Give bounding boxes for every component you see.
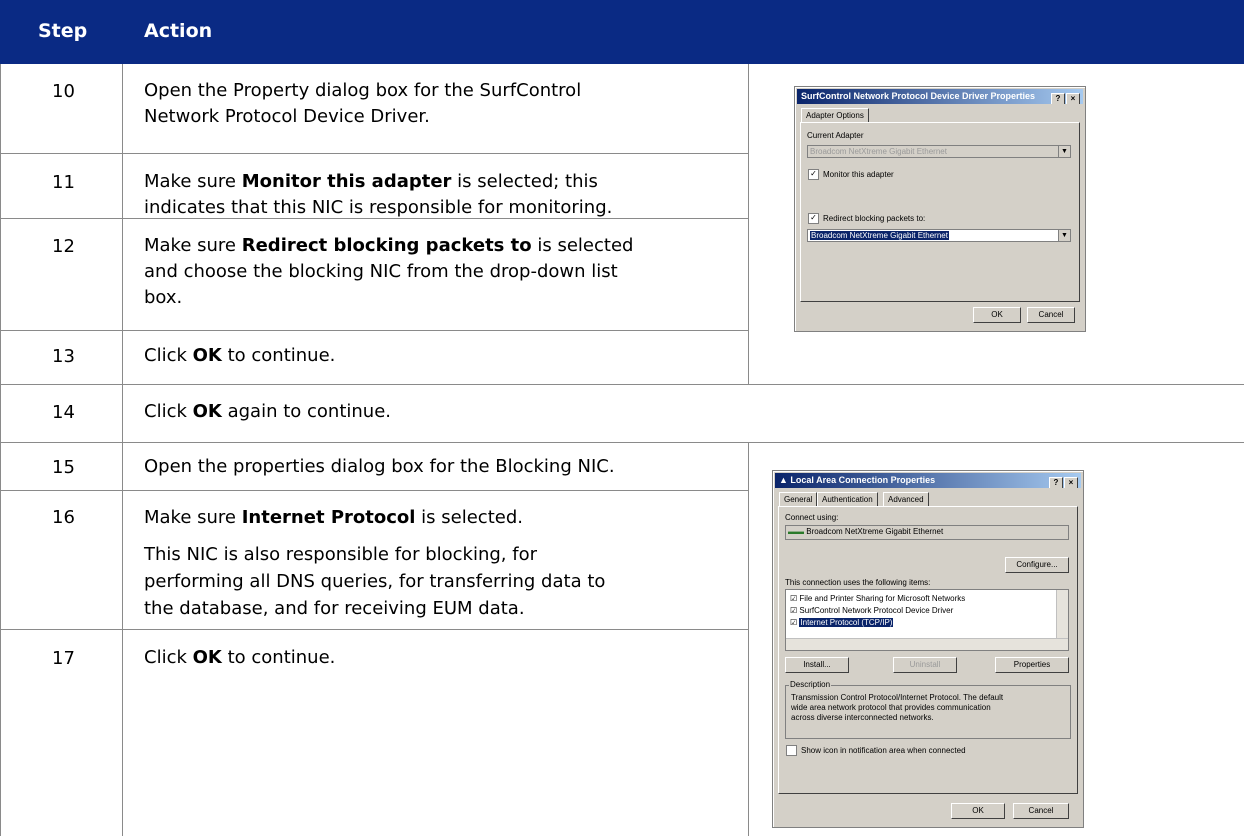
instruction-line: Click OK to continue. bbox=[144, 647, 336, 668]
instruction-line: Make sure Monitor this adapter is select… bbox=[144, 171, 598, 192]
tab-adapter-options[interactable]: Adapter Options bbox=[801, 108, 869, 123]
step-instruction: Make sure Monitor this adapter is select… bbox=[144, 169, 612, 221]
step-number: 16 bbox=[52, 507, 75, 528]
components-list[interactable]: ☑ File and Printer Sharing for Microsoft… bbox=[785, 589, 1069, 651]
description-text: wide area network protocol that provides… bbox=[791, 703, 991, 712]
description-label: Description bbox=[789, 680, 832, 689]
table-header: Step Action bbox=[0, 0, 1244, 64]
chevron-down-icon: ▼ bbox=[1058, 146, 1070, 157]
monitor-adapter-label: Monitor this adapter bbox=[823, 170, 894, 179]
horizontal-scrollbar[interactable] bbox=[786, 638, 1068, 650]
properties-button[interactable]: Properties bbox=[995, 657, 1069, 673]
driver-properties-dialog: SurfControl Network Protocol Device Driv… bbox=[794, 86, 1086, 332]
redirect-blocking-label: Redirect blocking packets to: bbox=[823, 214, 926, 223]
show-icon-checkbox[interactable] bbox=[786, 745, 797, 756]
step-instruction: Click OK to continue. bbox=[144, 645, 335, 671]
instruction-line: and choose the blocking NIC from the dro… bbox=[144, 261, 618, 282]
redirect-blocking-checkbox[interactable]: ✓ bbox=[808, 213, 819, 224]
instruction-line: Open the properties dialog box for the B… bbox=[144, 456, 615, 477]
step-instruction: Click OK again to continue. bbox=[144, 399, 391, 425]
vertical-scrollbar[interactable] bbox=[1056, 590, 1068, 640]
adapter-field: ▬▬ Broadcom NetXtreme Gigabit Ethernet bbox=[785, 525, 1069, 540]
instruction-line: performing all DNS queries, for transfer… bbox=[144, 571, 606, 592]
network-icon: ▲ bbox=[779, 475, 791, 485]
tab-authentication[interactable]: Authentication bbox=[817, 492, 878, 507]
step-number: 12 bbox=[52, 236, 75, 257]
connect-using-label: Connect using: bbox=[785, 513, 839, 522]
configure-button[interactable]: Configure... bbox=[1005, 557, 1069, 573]
dialog-title-bar: ▲ Local Area Connection Properties ? × bbox=[775, 473, 1081, 488]
instruction-line: indicates that this NIC is responsible f… bbox=[144, 197, 613, 218]
ok-button[interactable]: OK bbox=[951, 803, 1005, 819]
step-number: 11 bbox=[52, 172, 75, 193]
ok-button[interactable]: OK bbox=[973, 307, 1021, 323]
step-instruction: Make sure Internet Protocol is selected.… bbox=[144, 504, 605, 622]
description-text: across diverse interconnected networks. bbox=[791, 713, 934, 722]
current-adapter-dropdown: Broadcom NetXtreme Gigabit Ethernet ▼ bbox=[807, 145, 1071, 158]
install-button[interactable]: Install... bbox=[785, 657, 849, 673]
cancel-button[interactable]: Cancel bbox=[1013, 803, 1069, 819]
list-item[interactable]: ☑ File and Printer Sharing for Microsoft… bbox=[790, 594, 965, 603]
step-instruction: Click OK to continue. bbox=[144, 343, 335, 369]
step-number: 14 bbox=[52, 402, 75, 423]
step-instruction: Open the Property dialog box for the Sur… bbox=[144, 78, 581, 130]
step-instruction: Open the properties dialog box for the B… bbox=[144, 454, 615, 480]
current-adapter-label: Current Adapter bbox=[807, 131, 864, 140]
chevron-down-icon: ▼ bbox=[1058, 230, 1070, 241]
redirect-nic-dropdown[interactable]: Broadcom NetXtreme Gigabit Ethernet ▼ bbox=[807, 229, 1071, 242]
items-label: This connection uses the following items… bbox=[785, 578, 931, 587]
instruction-line: Make sure Redirect blocking packets to i… bbox=[144, 235, 634, 256]
uninstall-button: Uninstall bbox=[893, 657, 957, 673]
step-number: 17 bbox=[52, 648, 75, 669]
dialog-title-bar: SurfControl Network Protocol Device Driv… bbox=[797, 89, 1083, 104]
instruction-line: Click OK to continue. bbox=[144, 345, 336, 366]
list-item[interactable]: ☑ SurfControl Network Protocol Device Dr… bbox=[790, 606, 953, 615]
monitor-adapter-checkbox[interactable]: ✓ bbox=[808, 169, 819, 180]
tab-advanced[interactable]: Advanced bbox=[883, 492, 929, 507]
instruction-line: box. bbox=[144, 287, 183, 308]
close-icon[interactable]: × bbox=[1066, 93, 1080, 104]
step-number: 15 bbox=[52, 457, 75, 478]
instruction-line: This NIC is also responsible for blockin… bbox=[144, 544, 537, 565]
instruction-line: Open the Property dialog box for the Sur… bbox=[144, 80, 582, 101]
instruction-line bbox=[144, 531, 605, 541]
step-instruction: Make sure Redirect blocking packets to i… bbox=[144, 233, 633, 311]
local-area-connection-dialog: ▲ Local Area Connection Properties ? × Ge… bbox=[772, 470, 1084, 828]
step-number: 10 bbox=[52, 81, 75, 102]
header-step: Step bbox=[38, 20, 88, 42]
close-icon[interactable]: × bbox=[1064, 477, 1078, 488]
help-icon[interactable]: ? bbox=[1051, 93, 1065, 104]
show-icon-label: Show icon in notification area when conn… bbox=[801, 746, 966, 755]
cancel-button[interactable]: Cancel bbox=[1027, 307, 1075, 323]
tab-general[interactable]: General bbox=[779, 492, 818, 507]
description-text: Transmission Control Protocol/Internet P… bbox=[791, 693, 1004, 702]
instruction-line: Click OK again to continue. bbox=[144, 401, 391, 422]
instruction-line: Network Protocol Device Driver. bbox=[144, 106, 430, 127]
list-item[interactable]: ☑ Internet Protocol (TCP/IP) bbox=[790, 618, 894, 627]
instruction-line: the database, and for receiving EUM data… bbox=[144, 598, 525, 619]
nic-icon: ▬▬ bbox=[788, 527, 804, 536]
step-number: 13 bbox=[52, 346, 75, 367]
header-action: Action bbox=[144, 20, 213, 42]
help-icon[interactable]: ? bbox=[1049, 477, 1063, 488]
instruction-line: Make sure Internet Protocol is selected. bbox=[144, 507, 523, 528]
